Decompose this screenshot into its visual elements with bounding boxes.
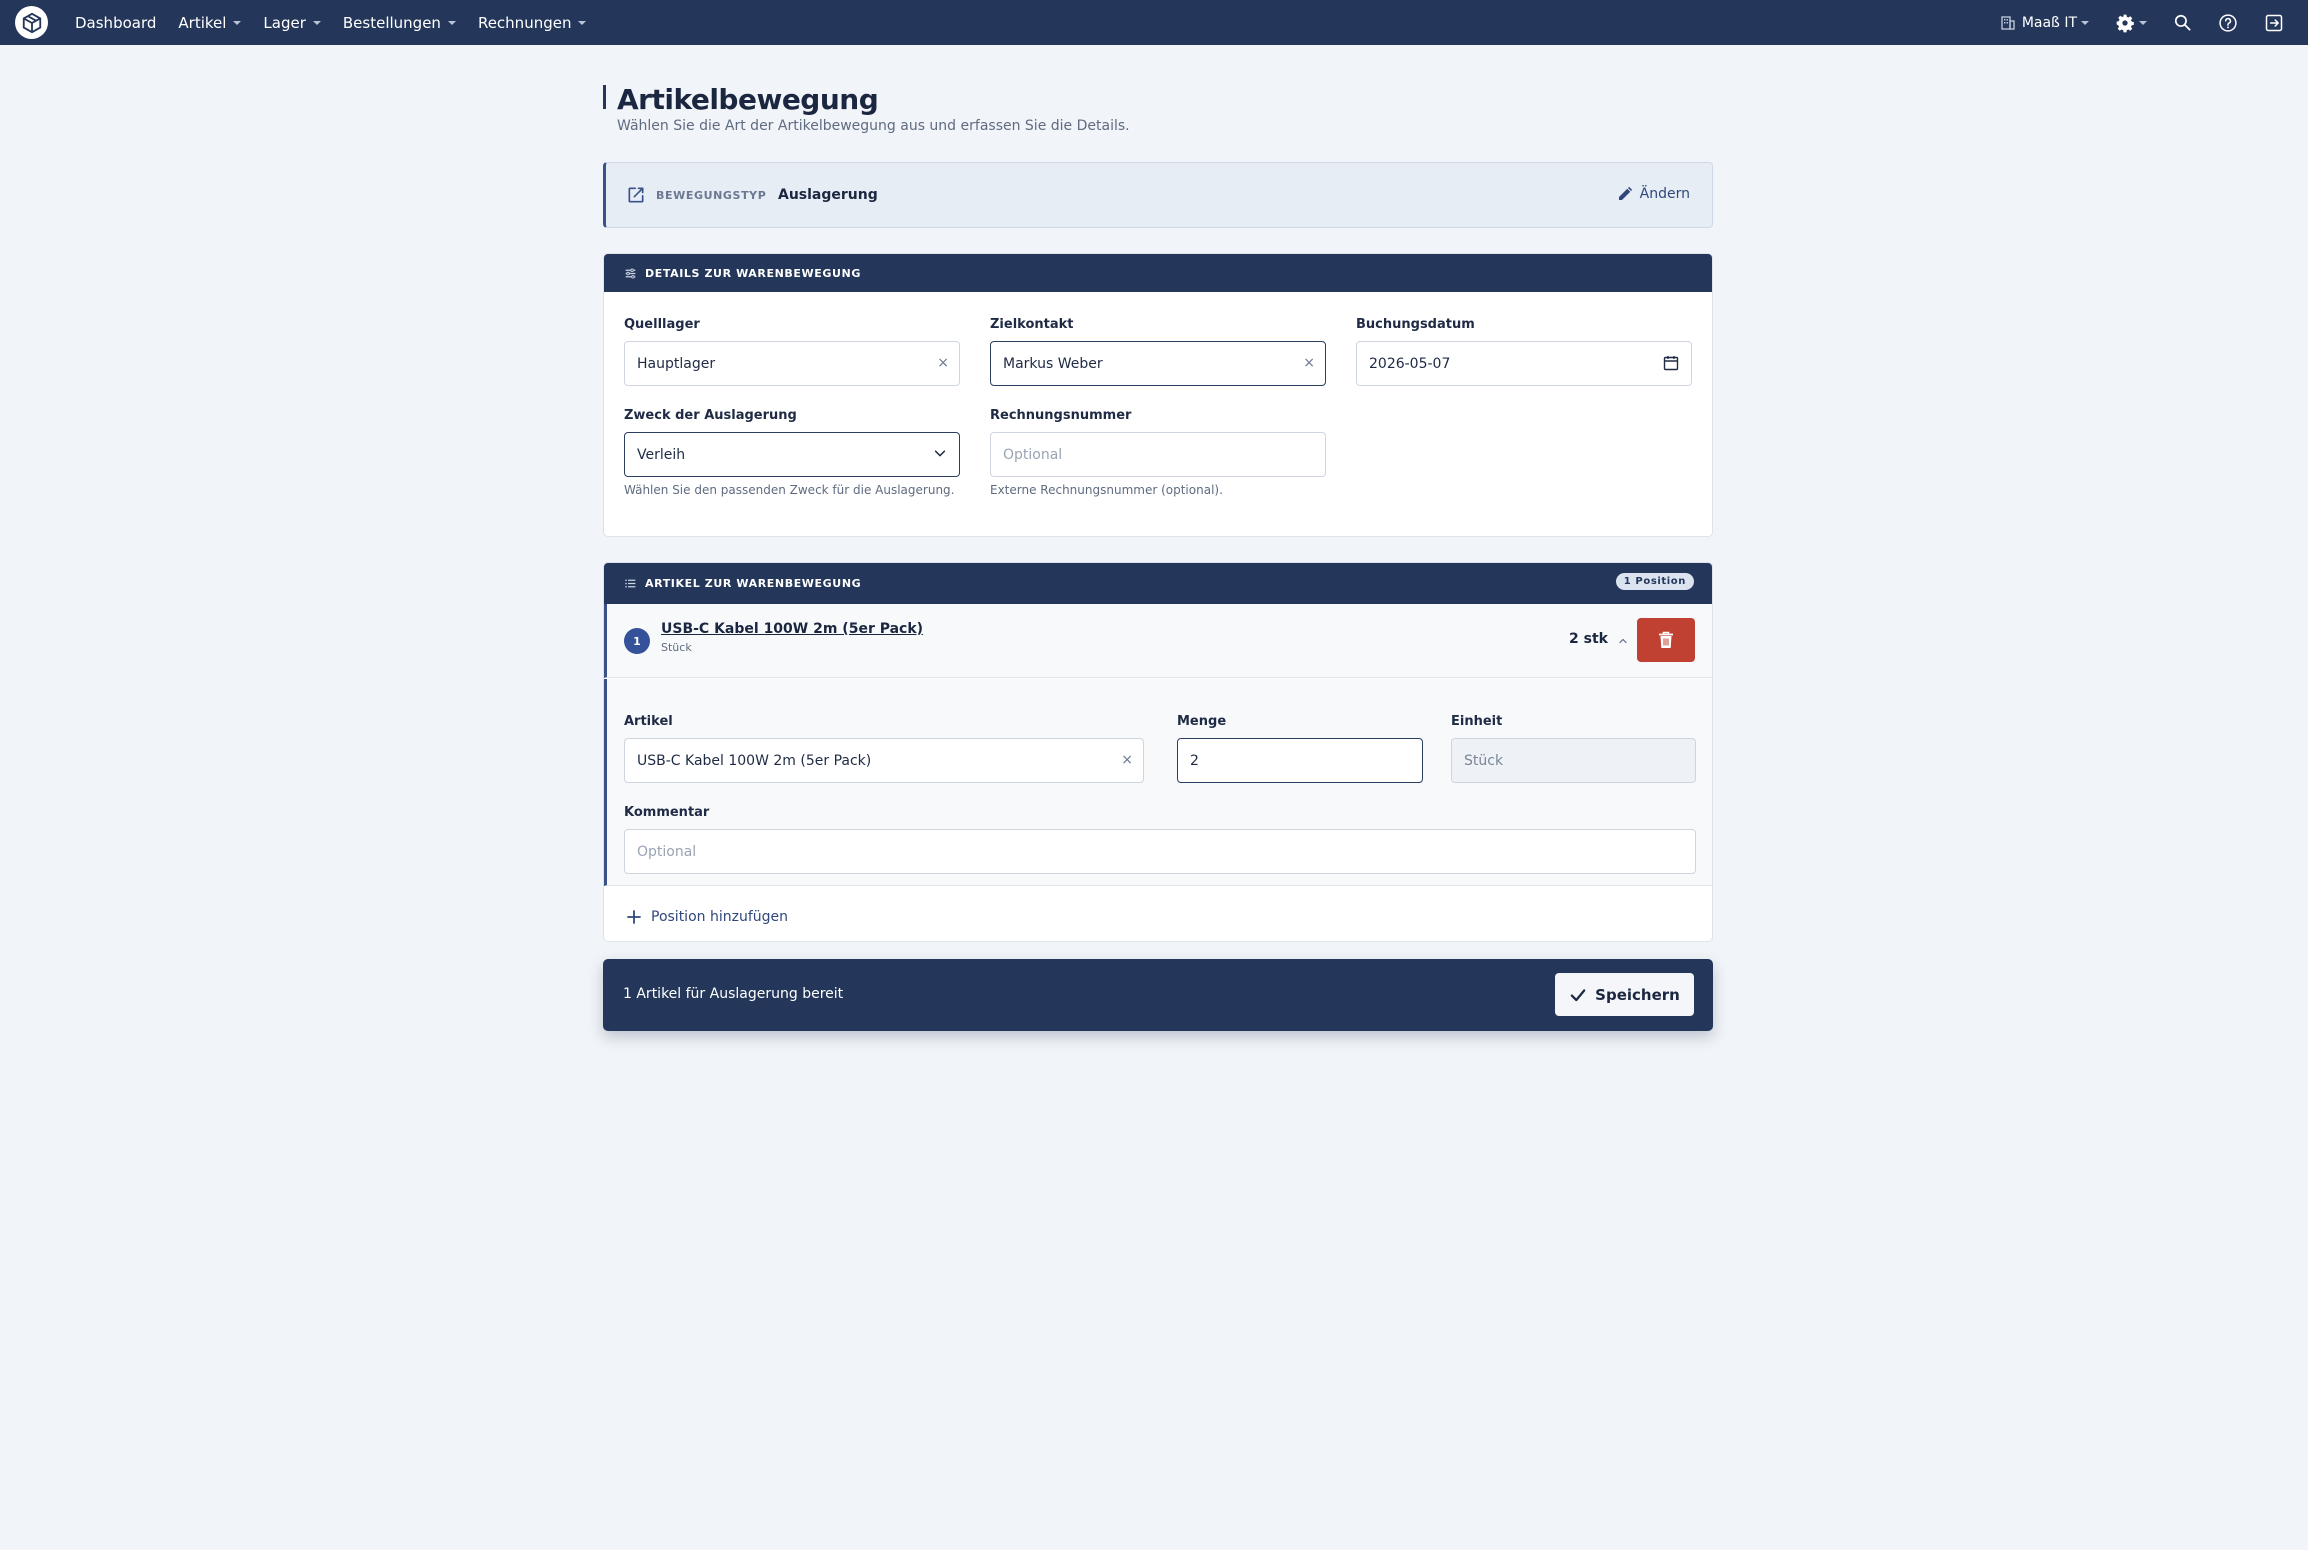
purpose-label: Zweck der Auslagerung xyxy=(624,408,797,423)
items-card-title: ARTIKEL ZUR WARENBEWEGUNG xyxy=(645,577,862,590)
title-accent-bar xyxy=(603,85,606,109)
plus-icon xyxy=(627,910,641,924)
article-select[interactable]: USB-C Kabel 100W 2m (5er Pack) × xyxy=(624,738,1144,783)
search-button[interactable] xyxy=(2173,13,2192,32)
booking-date-value: 2026-05-07 xyxy=(1369,355,1451,372)
search-icon xyxy=(2174,14,2191,31)
nav-bestellungen[interactable]: Bestellungen xyxy=(343,14,456,32)
unit-value: Stück xyxy=(1464,752,1504,769)
item-unit: Stück xyxy=(661,641,692,654)
company-name: Maaß IT xyxy=(2021,14,2077,31)
ready-status-text: 1 Artikel für Auslagerung bereit xyxy=(623,986,844,1002)
check-icon xyxy=(1570,988,1586,1001)
booking-date-input[interactable]: 2026-05-07 xyxy=(1356,341,1692,386)
source-warehouse-select[interactable]: Hauptlager × xyxy=(624,341,960,386)
nav-lager[interactable]: Lager xyxy=(263,13,321,32)
details-card-header: DETAILS ZUR WARENBEWEGUNG xyxy=(604,254,1712,292)
movement-type-value: Auslagerung xyxy=(778,187,878,203)
pencil-icon xyxy=(1618,186,1632,200)
unit-input: Stück xyxy=(1451,738,1696,783)
booking-date-label: Buchungsdatum xyxy=(1356,317,1475,332)
trash-icon xyxy=(1659,631,1673,648)
purpose-value: Verleih xyxy=(637,446,686,463)
target-contact-value: Markus Weber xyxy=(1003,355,1103,372)
unit-label: Einheit xyxy=(1451,714,1503,729)
settings-menu[interactable] xyxy=(2115,13,2147,33)
nav-artikel-label: Artikel xyxy=(178,13,227,32)
item-quantity: 2 stk xyxy=(1569,631,1608,647)
amount-input[interactable]: 2 xyxy=(1177,738,1423,783)
sliders-icon xyxy=(624,267,637,280)
list-icon xyxy=(624,577,637,590)
items-card-header: ARTIKEL ZUR WARENBEWEGUNG 1 Position xyxy=(604,563,1712,604)
position-count-badge: 1 Position xyxy=(1615,573,1694,590)
chevron-up-icon[interactable] xyxy=(1617,632,1629,651)
invoice-help-text: Externe Rechnungsnummer (optional). xyxy=(990,483,1223,497)
building-icon xyxy=(2001,15,2015,30)
logout-button[interactable] xyxy=(2264,13,2284,33)
item-name-link[interactable]: USB-C Kabel 100W 2m (5er Pack) xyxy=(661,621,923,637)
nav-dashboard[interactable]: Dashboard xyxy=(75,14,156,32)
comment-label: Kommentar xyxy=(624,805,710,820)
caret-down-icon xyxy=(2139,20,2147,25)
article-label: Artikel xyxy=(624,714,673,729)
change-movement-type-button[interactable]: Ändern xyxy=(1616,185,1690,203)
page-subtitle: Wählen Sie die Art der Artikelbewegung a… xyxy=(617,118,1130,134)
item-row[interactable]: 1 USB-C Kabel 100W 2m (5er Pack) Stück 2… xyxy=(604,604,1712,678)
save-label: Speichern xyxy=(1595,985,1680,1004)
change-label: Ändern xyxy=(1639,186,1690,202)
movement-type-box: BEWEGUNGSTYP Auslagerung Ändern xyxy=(603,162,1713,228)
nav-artikel[interactable]: Artikel xyxy=(178,13,242,32)
invoice-number-placeholder: Optional xyxy=(1003,446,1063,463)
action-bar: 1 Artikel für Auslagerung bereit Speiche… xyxy=(603,959,1713,1031)
nav-rechnungen[interactable]: Rechnungen xyxy=(478,14,587,32)
items-card: ARTIKEL ZUR WARENBEWEGUNG 1 Position 1 U… xyxy=(603,562,1713,942)
amount-label: Menge xyxy=(1177,714,1227,729)
comment-placeholder: Optional xyxy=(637,843,697,860)
company-switcher[interactable]: Maaß IT xyxy=(2000,15,2089,31)
add-position-button[interactable]: Position hinzufügen xyxy=(626,909,788,925)
page-title: Artikelbewegung xyxy=(617,83,879,116)
delete-item-button[interactable] xyxy=(1637,618,1695,662)
invoice-number-label: Rechnungsnummer xyxy=(990,408,1132,423)
logout-icon xyxy=(2265,14,2283,31)
clear-icon[interactable]: × xyxy=(1121,752,1133,768)
purpose-help-text: Wählen Sie den passenden Zweck für die A… xyxy=(624,483,955,497)
caret-down-icon xyxy=(447,20,456,25)
article-value: USB-C Kabel 100W 2m (5er Pack) xyxy=(637,752,872,769)
top-navbar: Dashboard Artikel Lager Bestellungen Rec… xyxy=(0,0,2308,45)
clear-icon[interactable]: × xyxy=(937,355,949,371)
movement-type-label: BEWEGUNGSTYP xyxy=(656,189,767,202)
comment-input[interactable]: Optional xyxy=(624,829,1696,874)
nav-rechnungen-label: Rechnungen xyxy=(477,13,572,32)
caret-down-icon xyxy=(2081,20,2089,25)
amount-value: 2 xyxy=(1190,752,1199,769)
calendar-icon[interactable] xyxy=(1663,355,1679,375)
nav-bestellungen-label: Bestellungen xyxy=(342,13,441,32)
source-warehouse-label: Quelllager xyxy=(624,317,700,332)
item-details: Artikel USB-C Kabel 100W 2m (5er Pack) ×… xyxy=(604,679,1712,886)
item-number: 1 xyxy=(624,628,650,654)
add-position-label: Position hinzufügen xyxy=(651,909,788,925)
app-logo-icon[interactable] xyxy=(15,6,48,39)
target-contact-select[interactable]: Markus Weber × xyxy=(990,341,1326,386)
target-contact-label: Zielkontakt xyxy=(990,317,1074,332)
caret-down-icon xyxy=(233,20,242,25)
help-icon xyxy=(2219,13,2237,32)
save-button[interactable]: Speichern xyxy=(1555,973,1694,1016)
caret-down-icon xyxy=(578,20,587,25)
nav-lager-label: Lager xyxy=(263,13,306,32)
edit-box-icon xyxy=(626,185,646,209)
help-button[interactable] xyxy=(2218,13,2238,33)
clear-icon[interactable]: × xyxy=(1303,355,1315,371)
gear-icon xyxy=(2116,14,2134,32)
invoice-number-input[interactable]: Optional xyxy=(990,432,1326,477)
source-warehouse-value: Hauptlager xyxy=(637,355,716,372)
details-card: DETAILS ZUR WARENBEWEGUNG Quelllager Hau… xyxy=(603,253,1713,537)
chevron-down-icon xyxy=(933,446,947,464)
caret-down-icon xyxy=(312,20,321,25)
purpose-select[interactable]: Verleih xyxy=(624,432,960,477)
nav-dashboard-label: Dashboard xyxy=(75,13,157,32)
details-card-title: DETAILS ZUR WARENBEWEGUNG xyxy=(645,266,861,280)
